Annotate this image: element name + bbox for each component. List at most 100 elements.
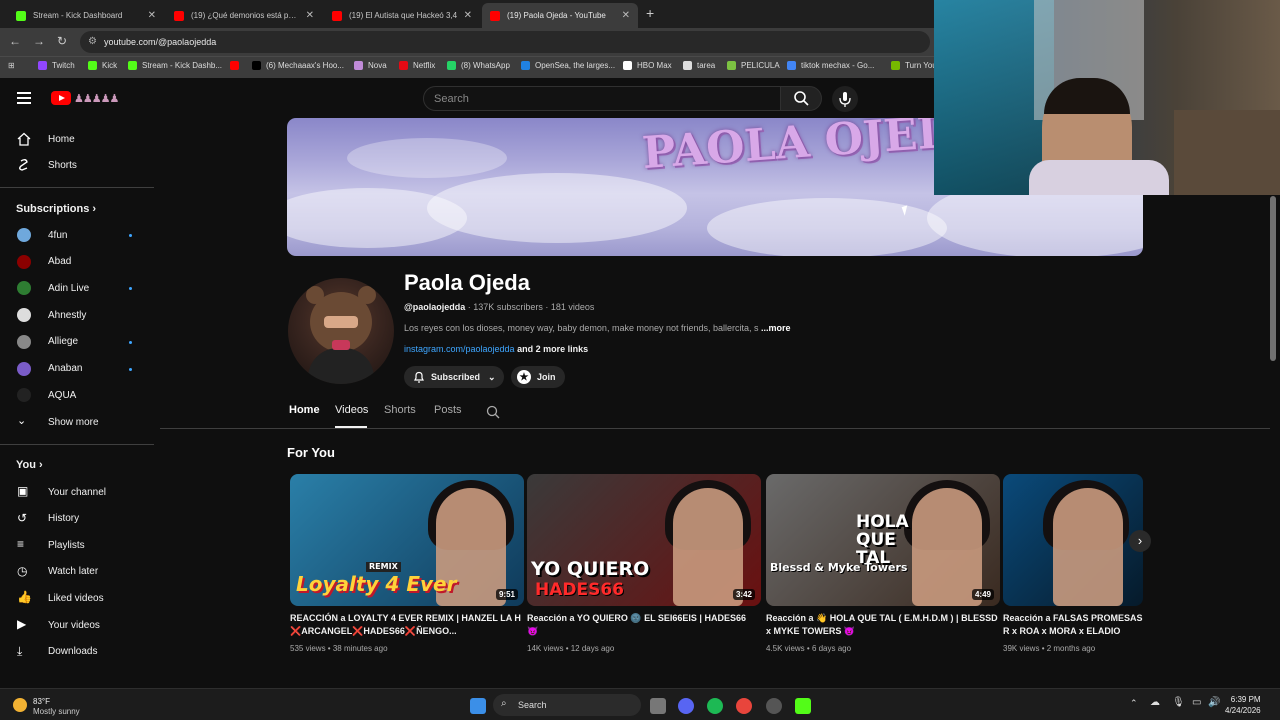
bookmark-item[interactable]: Netflix xyxy=(399,61,435,70)
clock[interactable]: 6:39 PM 4/24/2026 xyxy=(1225,694,1261,716)
bookmark-item[interactable]: Kick xyxy=(88,61,117,70)
sidebar-item-channel[interactable]: ▣ Your channel xyxy=(0,479,154,505)
subscription-item[interactable]: Adin Live xyxy=(0,275,154,301)
forward-icon[interactable]: → xyxy=(33,34,45,48)
more-link[interactable]: ...more xyxy=(761,323,791,333)
show-more-button[interactable]: ⌄ Show more xyxy=(0,409,154,435)
video-title[interactable]: Reacción a 👋 HOLA QUE TAL ( E.M.H.D.M ) … xyxy=(766,612,998,638)
voice-search-button[interactable] xyxy=(832,86,858,112)
channel-stats: · 137K subscribers · 181 videos xyxy=(465,302,595,312)
browser-tab-kick[interactable]: Stream - Kick Dashboard ✕ xyxy=(8,3,164,28)
sidebar-item-watch-later[interactable]: ◷ Watch later xyxy=(0,559,154,585)
browser-tab-video-1[interactable]: (19) ¿Qué demonios está pasan ✕ xyxy=(166,3,322,28)
address-bar[interactable]: ⚙ youtube.com/@paolaojedda xyxy=(80,31,930,53)
sidebar-item-downloads[interactable]: ⤓ Downloads xyxy=(0,639,154,665)
chevron-right-icon: › xyxy=(39,459,43,471)
windows-start-icon[interactable] xyxy=(470,698,486,714)
subscription-item[interactable]: Alliege xyxy=(0,329,154,355)
bookmark-item[interactable]: Stream - Kick Dashb... xyxy=(128,61,222,70)
network-icon[interactable]: ▭ xyxy=(1192,697,1201,708)
sidebar-item-home[interactable]: Home xyxy=(0,126,154,152)
instagram-link[interactable]: instagram.com/paolaojedda xyxy=(404,344,515,354)
bookmark-label: tiktok mechax - Go... xyxy=(801,61,875,70)
reload-icon[interactable]: ↻ xyxy=(57,34,67,48)
search-button[interactable] xyxy=(780,86,822,111)
close-icon[interactable]: ✕ xyxy=(306,10,314,21)
video-title[interactable]: REACCIÓN a LOYALTY 4 EVER REMIX | HANZEL… xyxy=(290,612,522,638)
video-thumbnail[interactable] xyxy=(1003,474,1143,606)
subscription-item[interactable]: Abad xyxy=(0,249,154,275)
bookmark-item[interactable]: Nova xyxy=(354,61,387,70)
site-info-icon[interactable]: ⚙ xyxy=(88,36,97,47)
browser-tab-video-2[interactable]: (19) El Autista que Hackeó 3,4 ✕ xyxy=(324,3,480,28)
chevron-up-icon[interactable]: ⌃ xyxy=(1130,698,1138,709)
bookmark-item[interactable]: HBO Max xyxy=(623,61,672,70)
sidebar-item-playlists[interactable]: ≡ Playlists xyxy=(0,532,154,558)
tab-shorts[interactable]: Shorts xyxy=(384,404,416,416)
subscriptions-heading[interactable]: Subscriptions › xyxy=(16,203,96,215)
more-links[interactable]: and 2 more links xyxy=(515,344,588,354)
upload-age: 6 days ago xyxy=(811,644,852,653)
subscription-item[interactable]: Anaban xyxy=(0,356,154,382)
bookmark-item[interactable]: OpenSea, the larges... xyxy=(521,61,615,70)
video-thumbnail[interactable]: YO QUIERO HADES66 3:42 xyxy=(527,474,761,606)
new-tab-button[interactable]: + xyxy=(646,5,654,21)
close-icon[interactable]: ✕ xyxy=(622,10,630,21)
volume-icon[interactable]: 🔊 xyxy=(1208,697,1220,708)
kick-app-icon[interactable] xyxy=(795,698,811,714)
mic-icon[interactable]: 🎙 xyxy=(1172,697,1185,708)
video-thumbnail[interactable]: HOLA QUE TAL Blessd & Myke Towers 4:49 xyxy=(766,474,1000,606)
join-button[interactable]: ★ Join xyxy=(511,366,565,388)
channel-search-icon[interactable] xyxy=(486,405,500,419)
sidebar-item-history[interactable]: ↺ History xyxy=(0,506,154,532)
subscription-item[interactable]: 4fun xyxy=(0,222,154,248)
bookmark-item[interactable]: tarea xyxy=(683,61,715,70)
scrollbar[interactable] xyxy=(1270,196,1276,361)
bookmark-item[interactable]: tiktok mechax - Go... xyxy=(787,61,874,70)
subscription-item[interactable]: AQUA xyxy=(0,382,154,408)
bookmark-item[interactable]: (6) Mechaaax's Hoo... xyxy=(252,61,344,70)
back-icon[interactable]: ← xyxy=(9,34,21,48)
bookmark-item[interactable]: (8) WhatsApp xyxy=(447,61,510,70)
tab-videos[interactable]: Videos xyxy=(335,404,368,416)
browser-tab-active[interactable]: (19) Paola Ojeda - YouTube ✕ xyxy=(482,3,638,28)
sidebar-item-liked[interactable]: 👍 Liked videos xyxy=(0,585,154,611)
taskbar-search[interactable]: ⌕ Search xyxy=(493,694,641,716)
onedrive-icon[interactable]: ☁ xyxy=(1150,697,1160,708)
search-input[interactable]: Search xyxy=(423,86,781,111)
video-title[interactable]: Reacción a YO QUIERO 🌚 EL SEI66EIS | HAD… xyxy=(527,612,759,638)
sidebar-item-label: Your videos xyxy=(48,619,100,631)
separator: • xyxy=(563,644,571,653)
channel-avatar[interactable] xyxy=(288,278,394,384)
sidebar-item-your-videos[interactable]: ▶ Your videos xyxy=(0,612,154,638)
app-icon[interactable] xyxy=(766,698,782,714)
subscribed-button[interactable]: Subscribed ⌄ xyxy=(404,366,504,388)
tab-home[interactable]: Home xyxy=(289,404,320,416)
bookmark-item[interactable]: Twitch xyxy=(38,61,75,70)
task-view-icon[interactable] xyxy=(650,698,666,714)
bookmark-item[interactable]: PELICULA xyxy=(727,61,780,70)
subscription-label: Anaban xyxy=(48,363,83,374)
menu-icon[interactable] xyxy=(17,92,31,104)
bookmark-item[interactable]: Turn You xyxy=(891,61,937,70)
tab-posts[interactable]: Posts xyxy=(434,404,462,416)
bookmark-item[interactable] xyxy=(230,61,244,70)
subscription-item[interactable]: Ahnestly xyxy=(0,302,154,328)
channel-avatar-icon xyxy=(17,334,31,349)
spotify-icon[interactable] xyxy=(707,698,723,714)
channel-description[interactable]: Los reyes con los dioses, money way, bab… xyxy=(404,323,791,333)
video-thumbnail[interactable]: Loyalty 4 Ever REMIX 9:51 xyxy=(290,474,524,606)
bookmark-favicon-icon xyxy=(88,61,97,70)
bookmark-favicon-icon xyxy=(38,61,47,70)
chrome-icon[interactable] xyxy=(736,698,752,714)
discord-icon[interactable] xyxy=(678,698,694,714)
apps-icon[interactable]: ⊞ xyxy=(8,61,15,70)
close-icon[interactable]: ✕ xyxy=(148,10,156,21)
next-arrow-button[interactable]: › xyxy=(1129,530,1151,552)
close-icon[interactable]: ✕ xyxy=(464,10,472,21)
youtube-logo[interactable]: ♟♟♟♟♟ xyxy=(51,91,119,105)
you-heading[interactable]: You › xyxy=(16,459,43,471)
sidebar-item-shorts[interactable]: Shorts xyxy=(0,152,154,178)
new-content-dot xyxy=(129,367,132,371)
video-title[interactable]: Reacción a FALSAS PROMESAS R x ROA x MOR… xyxy=(1003,612,1143,638)
